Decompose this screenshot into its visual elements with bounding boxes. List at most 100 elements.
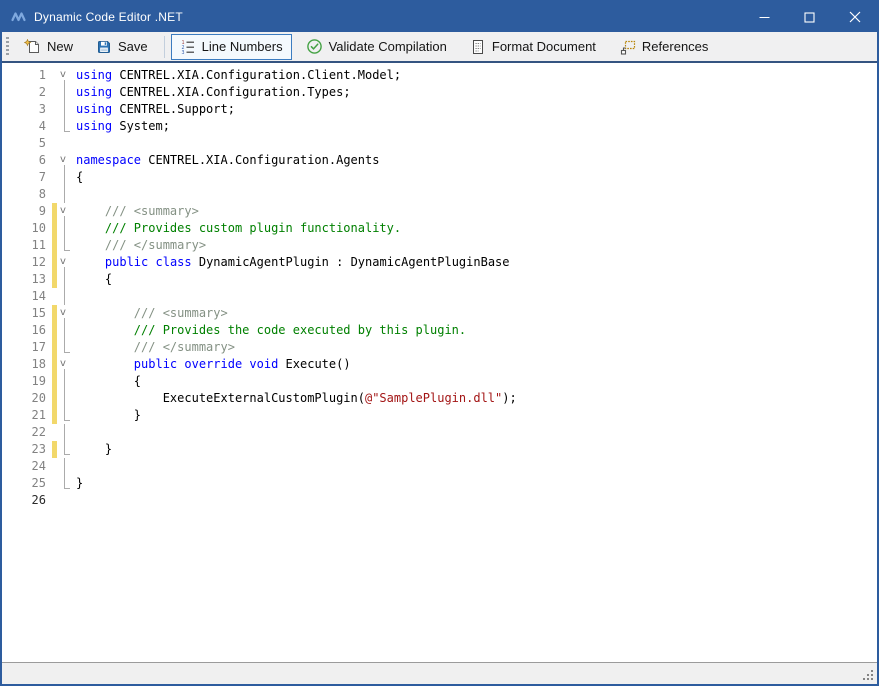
fold-margin[interactable]	[57, 424, 73, 441]
code-text[interactable]: using CENTREL.XIA.Configuration.Client.M…	[73, 67, 401, 84]
check-circle-icon	[306, 38, 323, 55]
code-text[interactable]: /// Provides the code executed by this p…	[73, 322, 466, 339]
code-text[interactable]: {	[73, 169, 83, 186]
code-text[interactable]: /// </summary>	[73, 339, 235, 356]
fold-margin[interactable]	[57, 118, 73, 135]
code-text[interactable]: /// <summary>	[73, 305, 228, 322]
validate-compilation-button[interactable]: Validate Compilation	[297, 34, 456, 60]
fold-margin[interactable]: v	[57, 152, 73, 169]
line-number: 18	[2, 356, 50, 373]
toolbar-grip[interactable]	[6, 37, 9, 57]
code-text[interactable]: }	[73, 407, 141, 424]
code-text[interactable]	[73, 186, 76, 203]
code-line: 2 using CENTREL.XIA.Configuration.Types;	[2, 84, 877, 101]
code-editor[interactable]: 1 v using CENTREL.XIA.Configuration.Clie…	[2, 63, 877, 662]
code-text[interactable]: }	[73, 441, 112, 458]
code-text[interactable]: ExecuteExternalCustomPlugin(@"SamplePlug…	[73, 390, 517, 407]
line-number: 16	[2, 322, 50, 339]
code-line: 6 v namespace CENTREL.XIA.Configuration.…	[2, 152, 877, 169]
fold-margin[interactable]: v	[57, 254, 73, 271]
line-numbers-toggle[interactable]: 1 2 3 Line Numbers	[171, 34, 292, 60]
references-label: References	[642, 39, 708, 54]
line-numbers-label: Line Numbers	[202, 39, 283, 54]
svg-text:3: 3	[181, 50, 184, 55]
line-number: 1	[2, 67, 50, 84]
code-line: 7 {	[2, 169, 877, 186]
code-line: 8	[2, 186, 877, 203]
app-window: Dynamic Code Editor .NET New	[0, 0, 879, 686]
code-text[interactable]: using System;	[73, 118, 170, 135]
code-text[interactable]: {	[73, 271, 112, 288]
line-number: 3	[2, 101, 50, 118]
titlebar: Dynamic Code Editor .NET	[2, 2, 877, 32]
code-line: 4 using System;	[2, 118, 877, 135]
fold-collapse-chevron-icon[interactable]: v	[60, 255, 66, 269]
fold-margin[interactable]	[57, 441, 73, 458]
save-button-label: Save	[118, 39, 148, 54]
new-button[interactable]: New	[15, 34, 82, 60]
fold-margin[interactable]	[57, 237, 73, 254]
minimize-button[interactable]	[742, 2, 787, 32]
format-document-icon	[470, 39, 486, 55]
close-button[interactable]	[832, 2, 877, 32]
fold-collapse-chevron-icon[interactable]: v	[60, 357, 66, 371]
window-controls	[742, 2, 877, 32]
code-line: 9 v /// <summary>	[2, 203, 877, 220]
code-text[interactable]	[73, 424, 76, 441]
fold-margin[interactable]	[57, 458, 73, 475]
code-text[interactable]: }	[73, 475, 83, 492]
fold-margin[interactable]	[57, 373, 73, 390]
code-line: 19 {	[2, 373, 877, 390]
new-document-icon	[24, 39, 41, 55]
line-number: 10	[2, 220, 50, 237]
code-line: 17 /// </summary>	[2, 339, 877, 356]
code-text[interactable]: using CENTREL.XIA.Configuration.Types;	[73, 84, 351, 101]
fold-margin[interactable]	[57, 84, 73, 101]
maximize-button[interactable]	[787, 2, 832, 32]
fold-margin[interactable]: v	[57, 305, 73, 322]
fold-margin[interactable]	[57, 220, 73, 237]
fold-margin[interactable]	[57, 322, 73, 339]
line-number: 21	[2, 407, 50, 424]
save-button[interactable]: Save	[87, 34, 157, 60]
line-number: 5	[2, 135, 50, 152]
fold-margin[interactable]	[57, 475, 73, 492]
fold-margin[interactable]	[57, 101, 73, 118]
fold-margin[interactable]	[57, 339, 73, 356]
code-text[interactable]	[73, 458, 76, 475]
code-text[interactable]: public override void Execute()	[73, 356, 351, 373]
validate-compilation-label: Validate Compilation	[329, 39, 447, 54]
fold-margin[interactable]	[57, 288, 73, 305]
code-text[interactable]	[73, 135, 76, 152]
code-text[interactable]: {	[73, 373, 141, 390]
fold-collapse-chevron-icon[interactable]: v	[60, 68, 66, 82]
code-text[interactable]: /// Provides custom plugin functionality…	[73, 220, 401, 237]
fold-margin[interactable]	[57, 186, 73, 203]
fold-margin[interactable]	[57, 271, 73, 288]
fold-margin[interactable]: v	[57, 203, 73, 220]
format-document-button[interactable]: Format Document	[461, 34, 605, 60]
fold-margin[interactable]	[57, 169, 73, 186]
code-text[interactable]	[73, 492, 76, 509]
fold-margin[interactable]	[57, 492, 73, 509]
references-button[interactable]: References	[610, 34, 717, 60]
code-text[interactable]: /// </summary>	[73, 237, 206, 254]
line-number: 2	[2, 84, 50, 101]
fold-margin[interactable]	[57, 135, 73, 152]
fold-collapse-chevron-icon[interactable]: v	[60, 306, 66, 320]
fold-margin[interactable]: v	[57, 67, 73, 84]
fold-collapse-chevron-icon[interactable]: v	[60, 153, 66, 167]
code-text[interactable]: namespace CENTREL.XIA.Configuration.Agen…	[73, 152, 379, 169]
fold-margin[interactable]	[57, 390, 73, 407]
fold-collapse-chevron-icon[interactable]: v	[60, 204, 66, 218]
line-number: 4	[2, 118, 50, 135]
code-text[interactable]: /// <summary>	[73, 203, 199, 220]
code-text[interactable]: public class DynamicAgentPlugin : Dynami…	[73, 254, 510, 271]
fold-margin[interactable]	[57, 407, 73, 424]
line-number: 14	[2, 288, 50, 305]
line-number: 9	[2, 203, 50, 220]
code-text[interactable]: using CENTREL.Support;	[73, 101, 235, 118]
fold-margin[interactable]: v	[57, 356, 73, 373]
code-text[interactable]	[73, 288, 76, 305]
resize-grip-icon[interactable]	[862, 669, 874, 681]
